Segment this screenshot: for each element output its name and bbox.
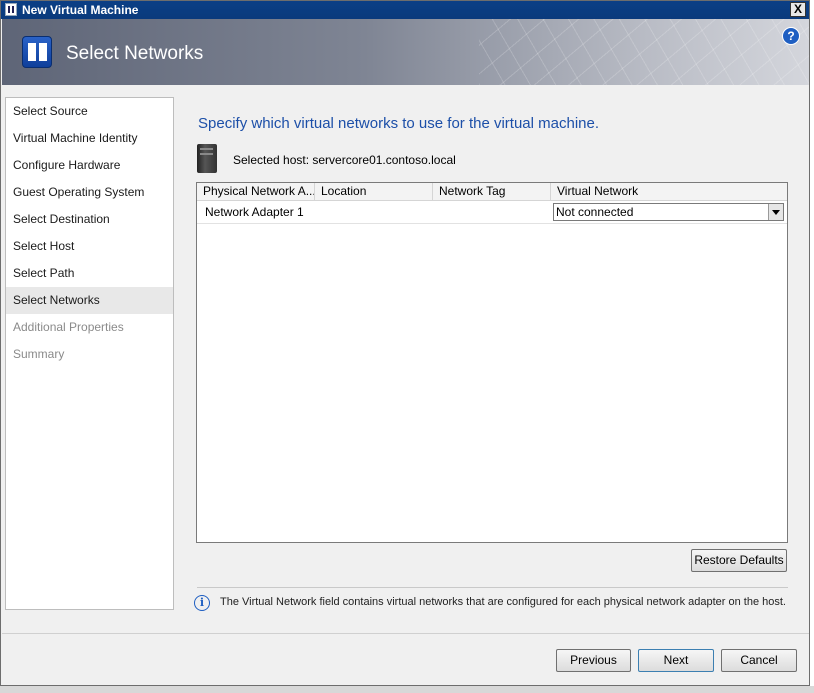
nav-item-virtual-machine-identity[interactable]: Virtual Machine Identity	[6, 125, 173, 152]
network-wizard-icon	[22, 36, 52, 68]
column-header-physical-network-adapter[interactable]: Physical Network A...	[197, 183, 315, 200]
virtual-network-value: Not connected	[556, 205, 634, 219]
info-icon: i	[194, 595, 210, 611]
next-button[interactable]: Next	[638, 649, 714, 672]
nav-item-summary: Summary	[13, 347, 65, 361]
page-title: Select Networks	[66, 43, 204, 64]
virtual-network-dropdown[interactable]: Not connected	[553, 203, 784, 221]
nav-item-configure-hardware[interactable]: Configure Hardware	[6, 152, 173, 179]
wizard-header: Select Networks ?	[2, 19, 809, 85]
nav-item-select-networks[interactable]: Select Networks	[6, 287, 173, 314]
column-header-network-tag[interactable]: Network Tag	[433, 183, 551, 200]
window-icon	[5, 3, 17, 16]
column-header-location[interactable]: Location	[315, 183, 433, 200]
nav-item-select-source[interactable]: Select Source	[6, 98, 173, 125]
cancel-button[interactable]: Cancel	[721, 649, 797, 672]
footer-divider	[2, 633, 809, 634]
chevron-down-icon[interactable]	[768, 204, 783, 220]
restore-defaults-button[interactable]: Restore Defaults	[691, 549, 787, 572]
window-title: New Virtual Machine	[22, 3, 139, 17]
divider	[197, 587, 788, 588]
nav-item-select-path[interactable]: Select Path	[6, 260, 173, 287]
selected-host-label: Selected host: servercore01.contoso.loca…	[233, 153, 456, 167]
wizard-steps-nav: Select Source Virtual Machine Identity C…	[5, 97, 174, 610]
background-desktop	[810, 0, 814, 693]
previous-button[interactable]: Previous	[556, 649, 631, 672]
background-taskbar-edge	[0, 686, 814, 693]
cell-adapter-name: Network Adapter 1	[205, 205, 304, 219]
nav-item-select-host[interactable]: Select Host	[6, 233, 173, 260]
network-adapters-grid: Physical Network A... Location Network T…	[196, 182, 788, 543]
new-virtual-machine-window: New Virtual Machine X Select Networks ? …	[0, 0, 810, 686]
close-button[interactable]: X	[790, 2, 806, 17]
info-message: The Virtual Network field contains virtu…	[220, 596, 786, 608]
column-header-virtual-network[interactable]: Virtual Network	[551, 183, 787, 200]
nav-item-additional-properties: Additional Properties	[13, 320, 124, 334]
table-row[interactable]: Network Adapter 1 Not connected	[197, 201, 787, 224]
title-bar: New Virtual Machine X	[1, 1, 809, 19]
header-decoration	[479, 19, 809, 85]
nav-item-guest-operating-system[interactable]: Guest Operating System	[6, 179, 173, 206]
server-icon	[197, 144, 217, 173]
section-heading: Specify which virtual networks to use fo…	[198, 115, 600, 132]
nav-item-select-destination[interactable]: Select Destination	[6, 206, 173, 233]
grid-header: Physical Network A... Location Network T…	[197, 183, 787, 201]
help-icon[interactable]: ?	[782, 27, 800, 45]
